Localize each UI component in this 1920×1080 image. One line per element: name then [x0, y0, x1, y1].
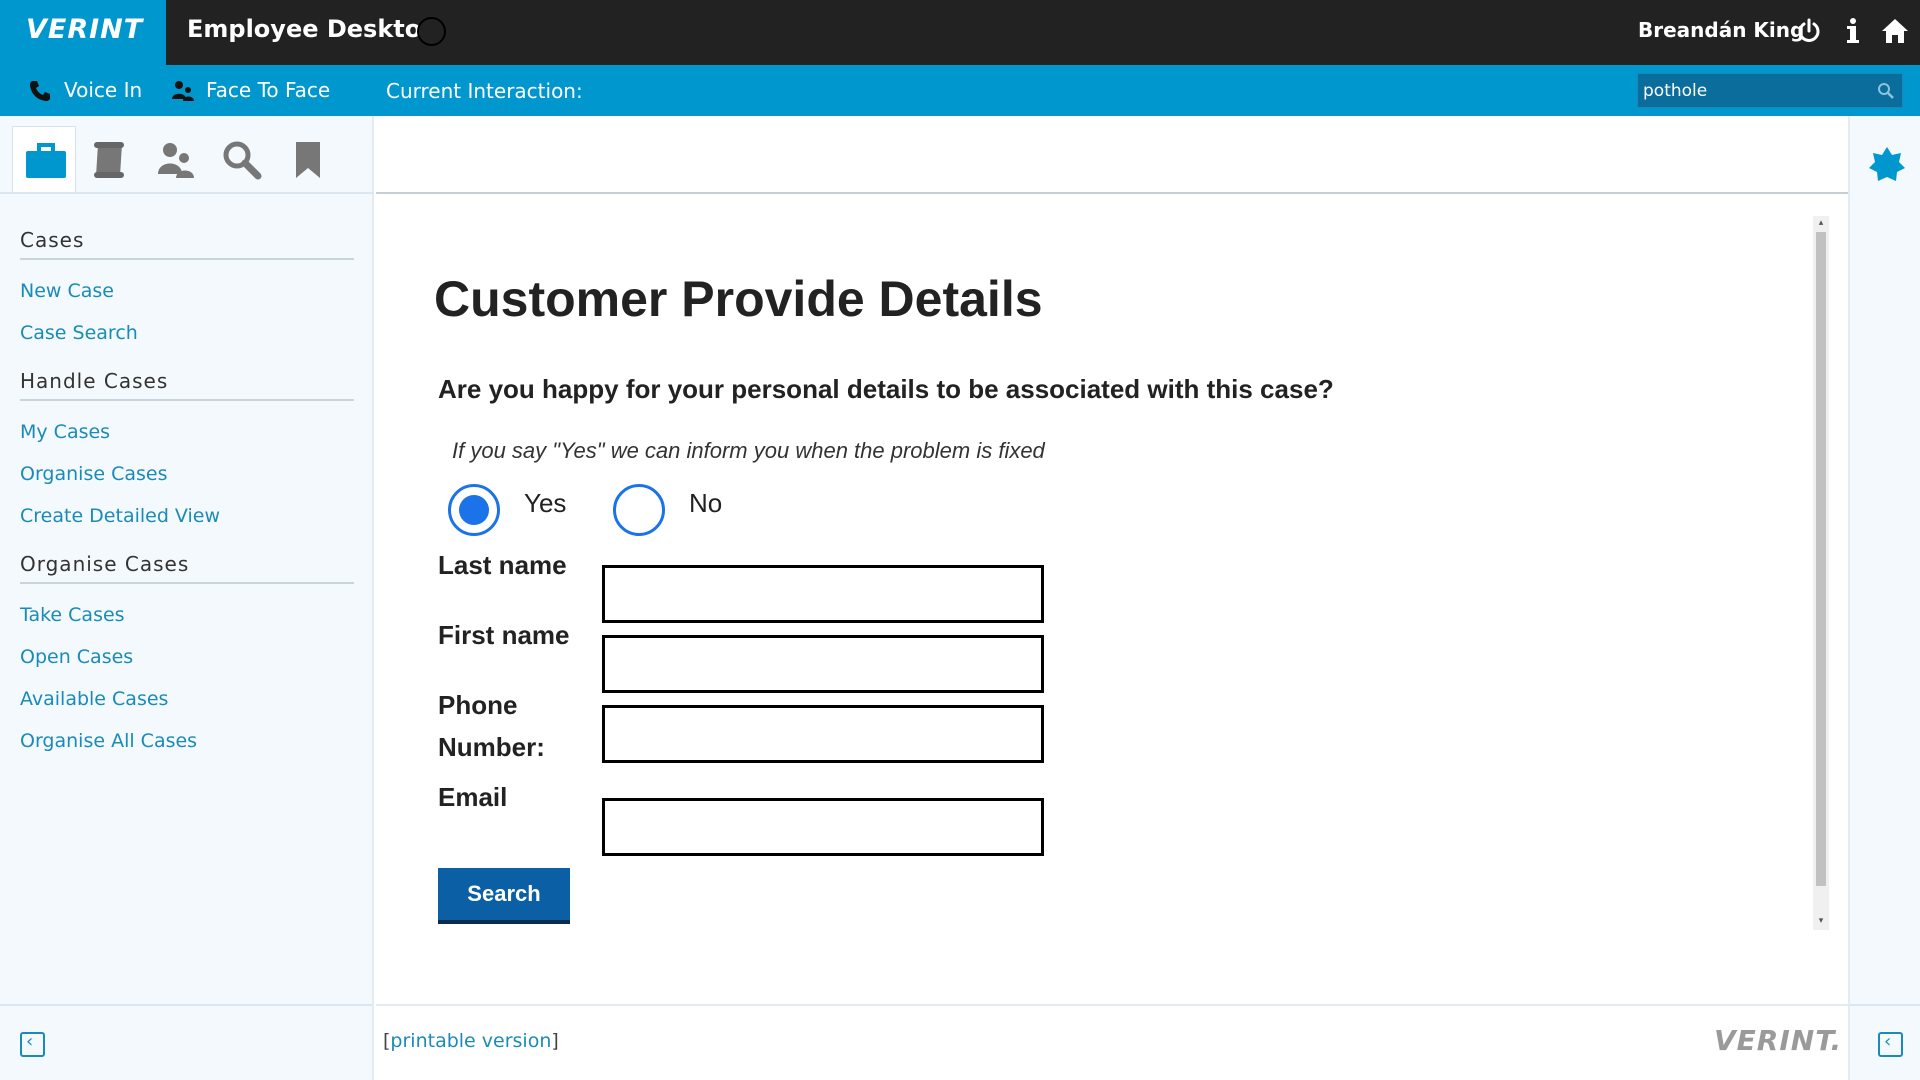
face-to-face-button[interactable]: Face To Face — [206, 78, 330, 102]
email-input[interactable] — [602, 798, 1044, 856]
first-name-input[interactable] — [602, 635, 1044, 693]
tab-search[interactable] — [210, 126, 274, 192]
chevron-left-icon: ‹ — [26, 1031, 34, 1052]
search-button[interactable]: Search — [438, 868, 570, 924]
section-divider — [20, 582, 354, 584]
user-name[interactable]: Breandán King — [1638, 18, 1804, 42]
collapse-left-button[interactable]: ‹ — [20, 1031, 45, 1057]
main-toolbar — [376, 116, 1848, 194]
logo-text: VERINT — [26, 14, 144, 45]
phone-label-line1: Phone — [438, 690, 518, 720]
tab-bookmarks[interactable] — [276, 126, 340, 192]
chevron-left-icon: ‹ — [1884, 1031, 1892, 1052]
nav-open-cases[interactable]: Open Cases — [20, 646, 133, 668]
top-bar: VERINT Employee Desktop Breandán King — [0, 0, 1920, 65]
tab-scripts[interactable] — [78, 126, 142, 192]
home-icon[interactable] — [1880, 16, 1910, 46]
nav-create-detailed-view[interactable]: Create Detailed View — [20, 505, 220, 527]
section-divider — [20, 258, 354, 260]
voice-in-button[interactable]: Voice In — [64, 78, 142, 102]
first-name-label: First name — [438, 620, 570, 650]
people-icon — [158, 143, 194, 178]
power-icon[interactable] — [1794, 16, 1824, 46]
scroll-down-icon[interactable]: ▾ — [1816, 916, 1826, 926]
face-to-face-icon — [172, 81, 194, 101]
consent-question: Are you happy for your personal details … — [438, 374, 1334, 404]
interaction-bar: Voice In Face To Face Current Interactio… — [0, 65, 1920, 116]
nav-my-cases[interactable]: My Cases — [20, 421, 110, 443]
printable-version-link[interactable]: printable version — [390, 1030, 551, 1052]
form-frame: Customer Provide Details Are you happy f… — [376, 194, 1848, 1004]
tool-tabs — [0, 116, 374, 194]
page-title: Customer Provide Details — [434, 271, 1043, 327]
email-label: Email — [438, 782, 508, 812]
nav-organise-cases[interactable]: Organise Cases — [20, 463, 167, 485]
phone-number-input[interactable] — [602, 705, 1044, 763]
consent-hint: If you say "Yes" we can inform you when … — [452, 438, 1045, 463]
scrollbar-thumb[interactable] — [1816, 232, 1826, 886]
verint-logo: VERINT — [0, 0, 166, 65]
section-divider — [20, 399, 354, 401]
footer-verint-logo: VERINT. — [1714, 1024, 1843, 1057]
global-search-input[interactable] — [1638, 74, 1868, 107]
printable-version: [printable version] — [383, 1030, 559, 1052]
phone-label: Phone Number: — [438, 684, 588, 768]
last-name-input[interactable] — [602, 565, 1044, 623]
radio-no-label[interactable]: No — [689, 488, 722, 519]
badge-star-icon[interactable] — [1868, 146, 1906, 184]
briefcase-icon — [26, 143, 66, 178]
tab-contacts[interactable] — [144, 126, 208, 192]
left-footer: ‹ — [0, 1004, 372, 1080]
phone-icon — [30, 81, 50, 101]
left-sidebar: Cases New Case Case Search Handle Cases … — [0, 116, 374, 1080]
scroll-icon — [94, 142, 124, 178]
tab-cases[interactable] — [12, 126, 76, 192]
current-interaction-label: Current Interaction: — [386, 79, 583, 103]
status-indicator — [417, 17, 446, 46]
main-footer: [printable version] VERINT. — [376, 1004, 1848, 1080]
nav-new-case[interactable]: New Case — [20, 280, 114, 302]
right-footer: ‹ — [1850, 1004, 1920, 1080]
section-header-handle-cases: Handle Cases — [20, 369, 169, 393]
scrollbar[interactable]: ▴ ▾ — [1813, 216, 1829, 930]
radio-yes[interactable] — [448, 484, 500, 536]
search-icon — [223, 141, 262, 180]
nav-organise-all-cases[interactable]: Organise All Cases — [20, 730, 197, 752]
section-header-cases: Cases — [20, 228, 85, 252]
bookmark-icon — [296, 142, 320, 178]
info-icon[interactable] — [1838, 16, 1868, 46]
app-title: Employee Desktop — [187, 15, 439, 43]
section-header-organise-cases: Organise Cases — [20, 552, 190, 576]
radio-yes-label[interactable]: Yes — [524, 488, 566, 519]
nav-case-search[interactable]: Case Search — [20, 322, 138, 344]
scroll-up-icon[interactable]: ▴ — [1816, 218, 1826, 228]
phone-label-line2: Number: — [438, 732, 545, 762]
collapse-right-button[interactable]: ‹ — [1878, 1031, 1903, 1057]
nav-take-cases[interactable]: Take Cases — [20, 604, 125, 626]
radio-no[interactable] — [613, 484, 665, 536]
global-search[interactable] — [1637, 73, 1903, 108]
right-sidebar: ‹ — [1848, 116, 1920, 1080]
nav-available-cases[interactable]: Available Cases — [20, 688, 168, 710]
search-icon[interactable] — [1876, 81, 1896, 101]
last-name-label: Last name — [438, 550, 567, 580]
